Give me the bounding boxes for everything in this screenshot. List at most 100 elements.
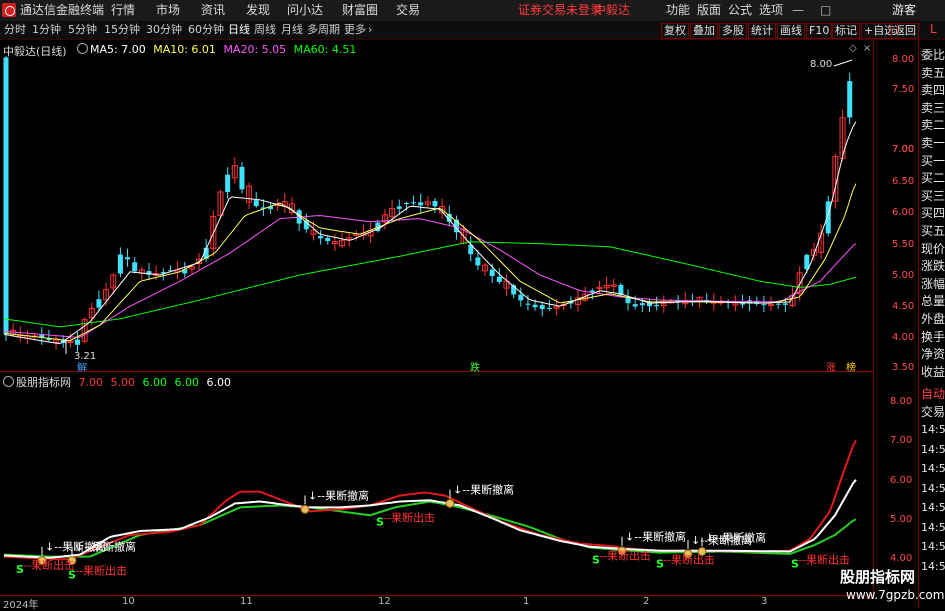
mark-button[interactable]: 标记 xyxy=(832,23,860,39)
side-item: 收益 xyxy=(921,364,945,379)
trade-label[interactable]: 交易 xyxy=(921,403,945,420)
indicator-value-2: 5.00 xyxy=(110,376,136,389)
period-1min[interactable]: 1分钟 xyxy=(32,21,61,39)
sell-annotation: ↓--果断撤离 xyxy=(308,488,369,502)
side-item: 换手 xyxy=(921,329,945,344)
draw-line-button[interactable]: 画线 xyxy=(777,23,805,39)
candle-body xyxy=(739,303,745,305)
candle-body xyxy=(253,200,259,207)
maximize-icon[interactable]: □ xyxy=(820,0,831,21)
period-weekly[interactable]: 周线 xyxy=(254,21,276,39)
y-tick: 5.50 xyxy=(892,239,915,250)
side-item: 买三 xyxy=(921,188,945,203)
y-tick: 4.00 xyxy=(892,332,915,343)
menu-functions[interactable]: 功能 xyxy=(666,0,690,21)
menu-market[interactable]: 市场 xyxy=(156,0,180,21)
watermark: 股朋指标网 www.7gpzb.com xyxy=(840,566,944,608)
multi-stock-button[interactable]: 多股 xyxy=(719,23,747,39)
kline-panel[interactable]: 中毅达(日线) MA5: 7.00 MA10: 6.01 MA20: 5.05 … xyxy=(0,40,873,374)
y-tick: 5.00 xyxy=(892,270,915,281)
period-5min[interactable]: 5分钟 xyxy=(68,21,97,39)
candle-body xyxy=(125,257,131,260)
close-icon[interactable]: × xyxy=(863,43,871,54)
buy-annotation: --果断出击 xyxy=(383,510,435,524)
menu-options[interactable]: 选项 xyxy=(759,0,783,21)
menu-layout[interactable]: 版面 xyxy=(697,0,721,21)
guest-user[interactable]: 游客 xyxy=(892,0,916,21)
ma60-value: MA60: 4.51 xyxy=(293,43,357,56)
period-15min[interactable]: 15分钟 xyxy=(104,21,140,39)
ma20-value: MA20: 5.05 xyxy=(223,43,287,56)
tick-time: 14:56 xyxy=(921,481,945,495)
indicator-value-5: 6.00 xyxy=(206,376,232,389)
tick-time: 14:56 xyxy=(921,520,945,534)
buy-annotation: --果断出击 xyxy=(75,563,127,577)
settings-icon[interactable] xyxy=(77,43,88,54)
minimize-icon[interactable]: — xyxy=(792,0,804,21)
side-item: 涨幅 xyxy=(921,276,945,291)
price-axis: 8.00 7.50 7.00 7.00 6.50 6.00 5.50 5.00 … xyxy=(873,40,918,594)
chevron-right-icon[interactable]: › xyxy=(368,21,372,39)
adjust-button[interactable]: 复权 xyxy=(661,23,689,39)
tick-time: 14:56 xyxy=(921,423,945,436)
candle-body xyxy=(518,294,524,301)
side-item: 委比 xyxy=(921,48,945,62)
period-timeshare[interactable]: 分时 xyxy=(4,21,26,39)
login-warning[interactable]: 证券交易未登录 xyxy=(518,0,602,21)
diamond-icon[interactable]: ◇ xyxy=(849,43,857,54)
app-title: 通达信金融终端 xyxy=(20,3,105,17)
indicator-value-3: 6.00 xyxy=(142,376,168,389)
kline-chart[interactable] xyxy=(0,40,873,371)
date-tick: 1 xyxy=(523,596,530,607)
buy-annotation: --果断出击 xyxy=(599,549,651,563)
overlay-button[interactable]: 叠加 xyxy=(690,23,718,39)
back-button[interactable]: 返回 xyxy=(891,23,919,39)
ma60-line xyxy=(3,241,857,328)
indicator-value-4: 6.00 xyxy=(174,376,200,389)
sell-annotation: ↓--果断撤离 xyxy=(705,531,766,545)
ma10-value: MA10: 6.01 xyxy=(153,43,216,56)
menu-trade[interactable]: 交易 xyxy=(396,0,420,21)
candle-body xyxy=(847,81,853,118)
period-more[interactable]: 更多 xyxy=(344,21,366,39)
candle-body xyxy=(546,307,552,309)
sell-coin-marker xyxy=(300,504,310,514)
candle-body xyxy=(632,304,638,307)
candle-body xyxy=(318,235,324,239)
candle-body xyxy=(639,303,645,306)
period-monthly[interactable]: 月线 xyxy=(281,21,303,39)
candle-body xyxy=(489,269,495,277)
candle-body xyxy=(782,303,788,305)
indicator-settings-icon[interactable] xyxy=(3,376,14,387)
f10-button[interactable]: F10 xyxy=(806,23,833,39)
side-item: 买二 xyxy=(921,171,945,186)
candle-body xyxy=(432,200,438,207)
menu-discover[interactable]: 发现 xyxy=(246,0,270,21)
date-tick: 12 xyxy=(378,596,391,607)
sub-y-tick: 6.00 xyxy=(890,475,913,486)
period-60min[interactable]: 60分钟 xyxy=(188,21,224,39)
period-30min[interactable]: 30分钟 xyxy=(146,21,182,39)
menu-formula[interactable]: 公式 xyxy=(728,0,752,21)
side-item: 总量 xyxy=(921,294,945,309)
menu-wealth[interactable]: 财富圈 xyxy=(342,0,378,21)
menu-assistant[interactable]: 问小达 xyxy=(287,0,323,21)
side-item: 卖四 xyxy=(921,83,945,98)
watermark-url: www.7gpzb.com xyxy=(846,588,945,602)
side-item: 买一 xyxy=(921,153,945,168)
side-item: 卖二 xyxy=(921,118,945,133)
y-tick: 3.50 xyxy=(892,362,915,373)
period-daily[interactable]: 日线 xyxy=(228,21,250,39)
indicator-chart[interactable]: ↓--果断撤离↓--果断撤离S --果断出击S --果断出击↓--果断撤离S --果断… xyxy=(0,372,873,594)
indicator-panel[interactable]: ↓--果断撤离 ↓--果断撤离 S --果断出击 S --果断出击 ↓--果断撤离 S --果断… xyxy=(0,372,873,594)
y-tick: 6.50 xyxy=(892,176,915,187)
candle-body xyxy=(411,202,417,204)
auto-label[interactable]: 自动 xyxy=(921,385,945,402)
menu-news[interactable]: 资讯 xyxy=(201,0,225,21)
menu-quotes[interactable]: 行情 xyxy=(111,0,135,21)
y-tick: 4.50 xyxy=(892,301,915,312)
y-tick: 6.00 xyxy=(892,207,915,218)
period-multi[interactable]: 多周期 xyxy=(307,21,340,39)
side-item: 涨跌 xyxy=(921,259,945,274)
stats-button[interactable]: 统计 xyxy=(748,23,776,39)
